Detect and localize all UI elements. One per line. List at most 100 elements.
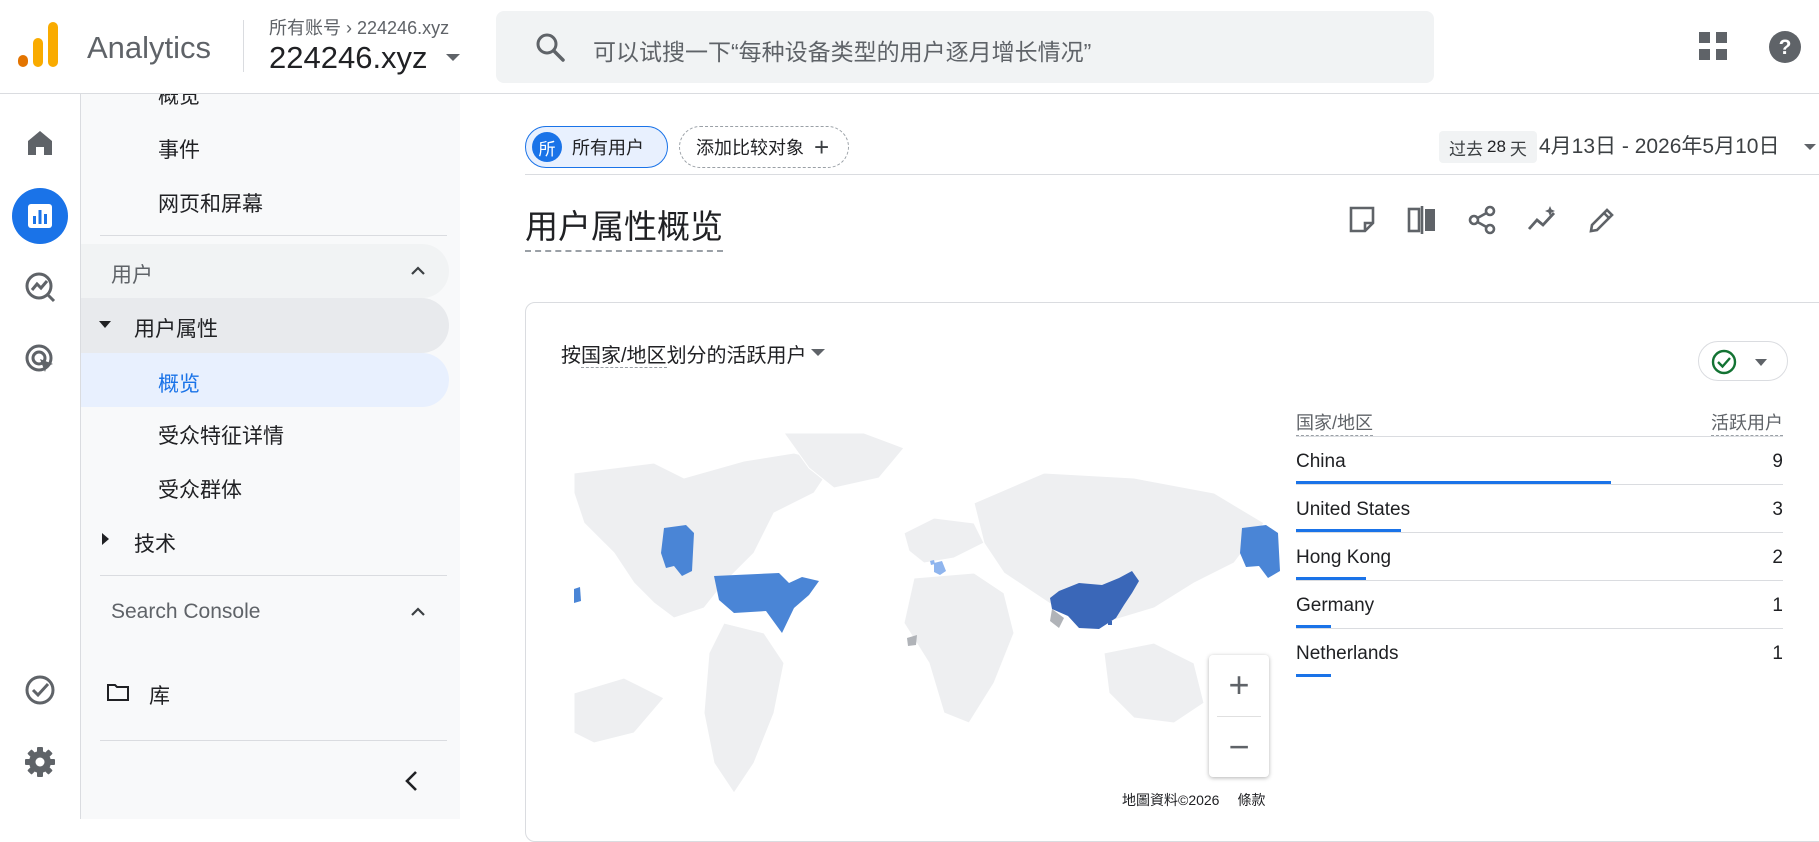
card-title-dimension[interactable]: 国家/地区 (581, 345, 667, 368)
nav-item-pages[interactable]: 网页和屏幕 (158, 188, 263, 218)
home-icon (28, 131, 52, 155)
customize-report-icon[interactable] (1346, 204, 1378, 236)
table-row-bar (1296, 674, 1331, 677)
property-dropdown-icon[interactable] (446, 54, 460, 61)
account-breadcrumb[interactable]: 所有账号 › 224246.xyz (269, 14, 449, 40)
nav-section-search-console[interactable]: Search Console (111, 600, 260, 624)
card-status-menu[interactable] (1698, 341, 1788, 381)
property-selector[interactable]: 224246.xyz (269, 40, 428, 76)
table-row[interactable]: Hong Kong 2 (1296, 533, 1783, 581)
side-navigation: 概览 事件 网页和屏幕 用户 用户属性 概览 受众特征详情 受众群体 技术 Se… (81, 94, 460, 819)
navigation-rail (0, 94, 81, 819)
table-row[interactable]: United States 3 (1296, 485, 1783, 533)
nav-item-tech[interactable]: 技术 (134, 528, 176, 558)
nav-divider (100, 740, 447, 741)
compare-icon[interactable] (1406, 204, 1438, 236)
rail-explore[interactable] (12, 259, 68, 315)
page-title: 用户属性概览 (525, 200, 723, 252)
table-row-bar (1296, 481, 1611, 484)
nav-item-overview-top[interactable]: 概览 (158, 94, 200, 110)
breadcrumb-property: 224246.xyz (357, 18, 450, 38)
search-input[interactable]: 可以试搜一下“每种设备类型的用户逐月增长情况” (593, 33, 1091, 67)
map-zoom-control: + − (1209, 655, 1269, 777)
chevron-up-icon[interactable] (411, 605, 425, 619)
map-region-alaska-right (1240, 525, 1280, 578)
table-row[interactable]: Germany 1 (1296, 581, 1783, 629)
table-cell-country: United States (1296, 499, 1411, 520)
world-map[interactable] (574, 433, 1284, 803)
table-cell-country: Hong Kong (1296, 547, 1392, 568)
table-row-bar (1296, 577, 1366, 580)
search-icon (536, 33, 565, 62)
help-icon[interactable]: ? (1768, 30, 1802, 64)
breadcrumb-account: 所有账号 (269, 18, 341, 38)
apps-grid-icon[interactable] (1698, 31, 1728, 61)
chevron-down-icon (1755, 359, 1767, 366)
date-preset-badge[interactable]: 过去 28 天 (1439, 131, 1537, 163)
settings-icon (25, 747, 55, 777)
map-terms-link[interactable]: 條款 (1237, 790, 1265, 810)
date-dropdown-icon[interactable] (1804, 144, 1816, 150)
date-range-picker[interactable]: 4月13日 - 2026年5月10日 (1539, 130, 1779, 160)
segment-chip-all-users[interactable]: 所 所有用户 (525, 126, 668, 168)
table-row[interactable]: Netherlands 1 (1296, 629, 1783, 677)
analytics-logo-icon[interactable] (18, 22, 60, 68)
users-by-country-card: 按国家/地区划分的活跃用户 + − 地圖資料©2026 條款 国家/地区 活跃用… (525, 302, 1819, 842)
toolbar-divider (525, 174, 1819, 175)
search-bar[interactable]: 可以试搜一下“每种设备类型的用户逐月增长情况” (496, 11, 1434, 83)
table-header-users[interactable]: 活跃用户 (1711, 409, 1783, 436)
nav-item-events[interactable]: 事件 (158, 134, 200, 164)
nav-item-library[interactable]: 库 (149, 680, 170, 710)
zoom-out-button[interactable]: − (1209, 717, 1269, 777)
zoom-in-button[interactable]: + (1209, 655, 1269, 715)
brand-name: Analytics (87, 30, 212, 65)
rail-admin-check[interactable] (12, 662, 68, 718)
rail-advertising[interactable] (12, 331, 68, 387)
nav-item-user-attributes-label: 用户属性 (134, 318, 218, 341)
table-row[interactable]: China 9 (1296, 437, 1783, 485)
nav-item-overview-active[interactable]: 概览 (81, 353, 449, 407)
check-circle-icon (1711, 349, 1737, 375)
nav-item-audiences[interactable]: 受众群体 (158, 474, 242, 504)
map-credit-text: 地圖資料©2026 (1122, 792, 1220, 808)
caret-right-icon (102, 533, 109, 545)
add-comparison-label: 添加比较对象 (696, 138, 804, 158)
card-title-dropdown-icon[interactable] (811, 349, 825, 356)
table-header-country[interactable]: 国家/地区 (1296, 409, 1374, 436)
table-cell-users: 1 (1772, 643, 1783, 664)
map-land (574, 433, 1265, 794)
nav-section-users-label: 用户 (111, 264, 153, 287)
edit-icon[interactable] (1586, 204, 1618, 236)
country-table: 国家/地区 活跃用户 China 9 United States 3 Hong Kong… (1296, 403, 1783, 677)
rail-settings[interactable] (12, 734, 68, 790)
rail-home[interactable] (12, 115, 68, 171)
table-header: 国家/地区 活跃用户 (1296, 403, 1783, 437)
breadcrumb-chevron-icon: › (346, 18, 358, 38)
segment-label: 所有用户 (572, 138, 644, 158)
card-title[interactable]: 按国家/地区划分的活跃用户 (561, 339, 807, 368)
table-cell-users: 1 (1772, 595, 1783, 616)
card-title-prefix: 按 (561, 345, 581, 367)
share-icon[interactable] (1466, 204, 1498, 236)
explore-icon (25, 272, 56, 303)
nav-section-users[interactable]: 用户 (81, 244, 449, 298)
segment-badge: 所 (532, 132, 562, 162)
table-cell-country: Netherlands (1296, 643, 1399, 664)
nav-item-audience-details[interactable]: 受众特征详情 (158, 420, 284, 450)
insights-icon[interactable] (1526, 204, 1558, 236)
map-credits: 地圖資料©2026 條款 (1116, 789, 1272, 811)
rail-reports[interactable] (12, 188, 68, 244)
table-cell-users: 2 (1772, 547, 1783, 568)
map-region-hong-kong (1108, 621, 1112, 625)
plus-icon: + (814, 132, 830, 162)
main-content: 所 所有用户 添加比较对象 + 过去 28 天 4月13日 - 2026年5月1… (460, 94, 1819, 842)
collapse-chevron-icon[interactable] (404, 770, 418, 792)
add-comparison-button[interactable]: 添加比较对象 + (679, 126, 849, 168)
nav-divider (100, 235, 447, 236)
chevron-up-icon (411, 266, 425, 275)
nav-item-overview-label: 概览 (158, 373, 200, 396)
table-cell-users: 3 (1772, 499, 1783, 520)
nav-item-user-attributes[interactable]: 用户属性 (81, 298, 449, 353)
reports-icon (28, 204, 52, 228)
folder-icon (107, 684, 129, 701)
